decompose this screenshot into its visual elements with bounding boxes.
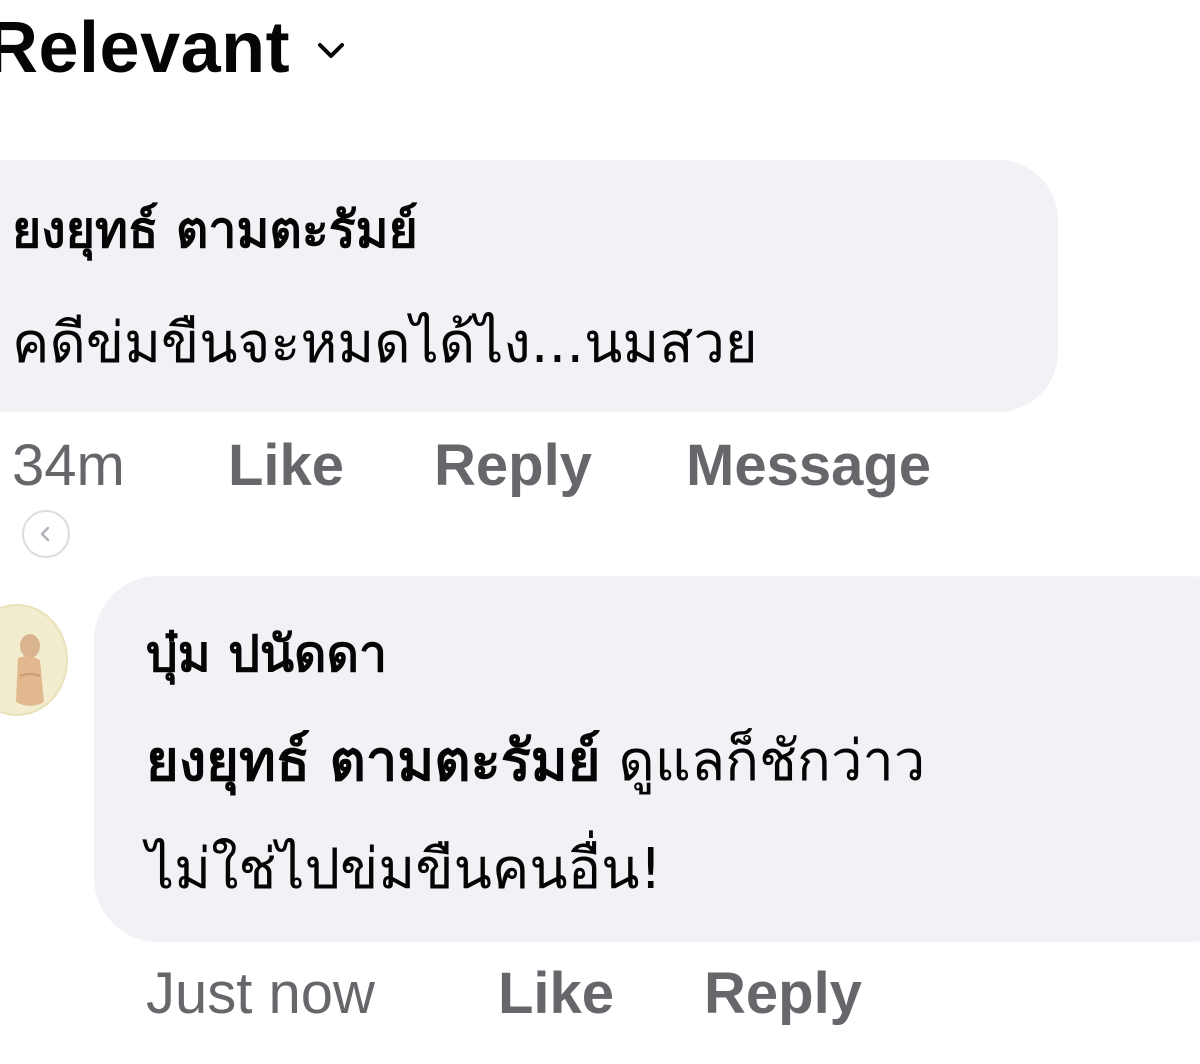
chevron-down-icon xyxy=(316,35,346,65)
comment-text-line: ดูแลก็ชักว่าว xyxy=(618,729,926,794)
like-button[interactable]: Like xyxy=(498,960,704,1027)
comment-timestamp[interactable]: 34m xyxy=(12,432,228,499)
reply-button[interactable]: Reply xyxy=(704,960,862,1027)
comment-author[interactable]: ยงยุทธ์ ตามตะรัมย์ xyxy=(12,200,418,260)
comment-text: ยงยุทธ์ ตามตะรัมย์ ดูแลก็ชักว่าว xyxy=(146,722,925,802)
comment-actions: 34m Like Reply Message xyxy=(12,432,931,499)
comment-sort-dropdown[interactable]: Relevant xyxy=(0,8,346,88)
comment-text: คดีข่มขืนจะหมดได้ไง...นมสวย xyxy=(12,311,758,376)
mention-tag[interactable]: ยงยุทธ์ ตามตะรัมย์ xyxy=(146,729,601,794)
comments-screen: Relevant ยงยุทธ์ ตามตะรัมย์ คดีข่มขืนจะห… xyxy=(0,0,1200,1064)
comment-text-line: ไม่ใช่ไปข่มขืนคนอื่น! xyxy=(146,837,663,902)
comment-actions: Just now Like Reply xyxy=(146,960,862,1027)
reply-button[interactable]: Reply xyxy=(434,432,686,499)
comment-timestamp[interactable]: Just now xyxy=(146,960,498,1027)
avatar[interactable] xyxy=(0,604,68,716)
comment-author[interactable]: บุ๋ม ปนัดดา xyxy=(146,624,387,684)
sort-label: Relevant xyxy=(0,8,291,88)
chevron-left-icon[interactable] xyxy=(22,510,70,558)
like-button[interactable]: Like xyxy=(228,432,434,499)
message-button[interactable]: Message xyxy=(686,432,931,499)
